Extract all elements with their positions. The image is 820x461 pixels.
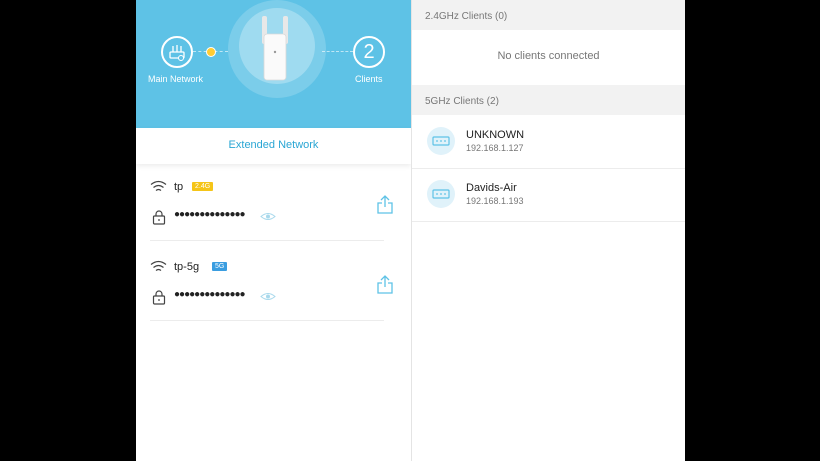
eye-icon[interactable] [260,212,276,221]
ssid-label: tp-5g [174,261,200,273]
wifi-icon [150,260,167,271]
wifi-icon [150,180,167,191]
lock-icon [152,290,166,305]
main-network-node[interactable] [161,36,193,68]
section-header-2g: 2.4GHz Clients (0) [412,0,685,30]
client-item[interactable]: Davids-Air 192.168.1.193 [412,168,685,222]
client-ip: 192.168.1.127 [466,143,524,153]
no-clients-message: No clients connected [497,50,600,62]
section-header-2g-label: 2.4GHz Clients (0) [425,11,508,22]
network-item-2g: tp 2.4G ●●●●●●●●●●●●●● [150,176,393,241]
band-badge: 2.4G [192,182,214,191]
client-item[interactable]: UNKNOWN 192.168.1.127 [412,115,685,169]
share-icon[interactable] [376,274,394,294]
share-icon[interactable] [376,194,394,214]
network-item-5g: tp-5g 5G ●●●●●●●●●●●●●● [150,256,393,321]
extended-network-label: Extended Network [228,139,319,151]
band-badge: 5G [212,262,228,271]
clients-panel: 2.4GHz Clients (0) No clients connected … [411,0,685,461]
app-window: Main Network 2 Clients Extended Network … [136,0,685,461]
main-network-label: Main Network [148,74,204,84]
network-panel: Main Network 2 Clients Extended Network … [136,0,411,461]
clients-link-line [322,51,353,52]
device-icon [427,180,455,208]
client-name: UNKNOWN [466,129,525,141]
password-field: ●●●●●●●●●●●●●● [174,209,246,220]
clients-label: Clients [355,74,383,84]
eye-icon[interactable] [260,292,276,301]
lock-icon [152,210,166,225]
password-field: ●●●●●●●●●●●●●● [174,289,246,300]
client-name: Davids-Air [466,182,517,194]
section-header-5g: 5GHz Clients (2) [412,85,685,115]
range-extender-icon [262,16,288,81]
ssid-label: tp [174,181,184,193]
clients-node[interactable]: 2 [353,36,385,68]
topology-hero: Main Network 2 Clients [136,0,411,128]
device-icon [427,127,455,155]
extended-network-bar[interactable]: Extended Network [136,128,411,164]
client-ip: 192.168.1.193 [466,196,524,206]
section-header-5g-label: 5GHz Clients (2) [425,96,499,107]
connection-status-dot [206,47,216,57]
router-icon [169,45,185,61]
